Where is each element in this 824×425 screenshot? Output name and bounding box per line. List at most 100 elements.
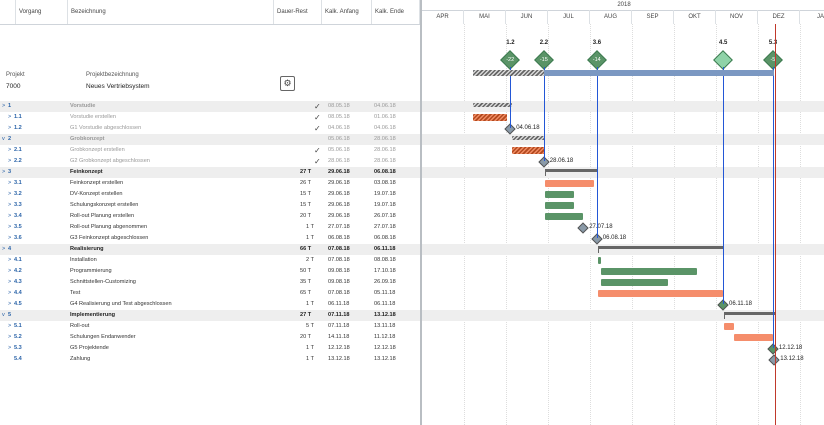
table-row[interactable]: v 5 Implementierung 27 T 07.11.18 13.12.18 [0, 310, 420, 321]
expand-toggle[interactable]: > [8, 156, 11, 167]
summary-bar[interactable] [545, 169, 599, 172]
table-row[interactable]: >3.4 Roll-out Planung erstellen 20 T 29.06.… [0, 211, 420, 222]
table-row[interactable]: >5.3 G5 Projektende 1 T 12.12.18 12.12.18 [0, 343, 420, 354]
task-bar[interactable] [511, 147, 546, 154]
task-duration: 35 T [300, 279, 312, 285]
task-start: 07.08.18 [328, 257, 350, 263]
expand-toggle[interactable]: > [8, 288, 11, 299]
task-end: 28.06.18 [374, 136, 396, 142]
table-row[interactable]: >1 Vorstudie ✓ 08.05.18 04.06.18 [0, 101, 420, 112]
table-row[interactable]: >4.5 G4 Realisierung und Test abgeschloss… [0, 299, 420, 310]
expand-toggle[interactable]: > [8, 277, 11, 288]
task-id: 2.2 [14, 158, 22, 164]
expand-toggle[interactable]: v [2, 310, 5, 321]
task-end: 01.06.18 [374, 114, 396, 120]
expand-toggle[interactable]: > [8, 255, 11, 266]
header-dauer[interactable]: Dauer-Rest [274, 0, 322, 24]
table-row[interactable]: >3.3 Schulungskonzept erstellen 15 T 29.06.… [0, 200, 420, 211]
task-bar[interactable] [734, 334, 773, 341]
task-start: 06.11.18 [328, 301, 350, 307]
table-row[interactable]: >2.2 G2 Grobkonzept abgeschlossen ✓ 28.06.1… [0, 156, 420, 167]
table-row[interactable]: >5.2 Schulungen Endanwender 20 T 14.11.18 11… [0, 332, 420, 343]
table-row[interactable]: >3 Feinkonzept 27 T 29.06.18 06.08.18 [0, 167, 420, 178]
task-bar[interactable] [473, 114, 508, 121]
task-start: 29.06.18 [328, 202, 350, 208]
header-bezeichnung[interactable]: Bezeichnung [68, 0, 274, 24]
expand-toggle[interactable]: > [8, 332, 11, 343]
table-row[interactable]: >4.1 Installation 2 T 07.08.18 08.08.18 [0, 255, 420, 266]
expand-toggle[interactable]: > [2, 244, 5, 255]
task-bar[interactable] [724, 323, 735, 330]
summary-bar[interactable] [473, 103, 512, 107]
dependency-line [596, 67, 598, 238]
table-row[interactable]: >1.1 Vorstudie erstellen ✓ 08.05.18 01.06.18 [0, 112, 420, 123]
table-row[interactable]: >3.6 G3 Feinkonzept abgeschlossen 1 T 06.08… [0, 233, 420, 244]
header-ende[interactable]: Kalk. Ende [372, 0, 420, 24]
dependency-line [723, 67, 724, 304]
task-end: 08.08.18 [374, 257, 396, 263]
table-row[interactable]: 5.4 Zahlung 1 T 13.12.18 13.12.18 [0, 354, 420, 365]
task-name: Zahlung [70, 356, 91, 362]
expand-toggle[interactable]: > [8, 200, 11, 211]
table-row[interactable]: >2.1 Grobkonzept erstellen ✓ 05.06.18 28.06.… [0, 145, 420, 156]
header-anfang[interactable]: Kalk. Anfang [322, 0, 372, 24]
expand-toggle[interactable]: > [8, 211, 11, 222]
expand-toggle[interactable]: > [8, 112, 11, 123]
task-name: G5 Projektende [70, 345, 109, 351]
task-duration: 5 T [306, 323, 314, 329]
expand-toggle[interactable]: > [8, 178, 11, 189]
expand-toggle[interactable]: > [8, 299, 11, 310]
expand-toggle[interactable]: > [8, 266, 11, 277]
task-name: G1 Vorstudie abgeschlossen [70, 125, 142, 131]
task-bar[interactable] [545, 213, 584, 220]
task-bar[interactable] [598, 290, 723, 297]
task-bar[interactable] [600, 279, 669, 286]
task-bar[interactable] [545, 180, 595, 187]
summary-bar[interactable] [598, 246, 725, 249]
summary-bar-end [724, 312, 726, 319]
summary-bar[interactable] [511, 136, 546, 140]
task-end: 05.11.18 [374, 290, 396, 296]
gear-icon[interactable]: ⚙ [280, 76, 295, 91]
task-bar[interactable] [598, 257, 602, 264]
task-name: Roll-out Planung erstellen [70, 213, 135, 219]
expand-toggle[interactable]: > [2, 167, 5, 178]
milestone-header-id: 3.6 [592, 40, 602, 46]
table-row[interactable]: >4.4 Test 65 T 07.08.18 05.11.18 [0, 288, 420, 299]
table-row[interactable]: >4 Realisierung 66 T 07.08.18 06.11.18 [0, 244, 420, 255]
header-vorgang[interactable]: Vorgang [16, 0, 68, 24]
task-name: Vorstudie [70, 103, 96, 109]
table-row[interactable]: >4.2 Programmierung 50 T 09.08.18 17.10.18 [0, 266, 420, 277]
task-bar[interactable] [545, 191, 574, 198]
task-bar[interactable] [545, 202, 574, 209]
task-duration: 27 T [300, 312, 312, 318]
grid-line [464, 24, 465, 425]
task-id: 4.1 [14, 257, 22, 263]
table-row[interactable]: >5.1 Roll-out 5 T 07.11.18 13.11.18 [0, 321, 420, 332]
expand-toggle[interactable]: > [8, 189, 11, 200]
task-bar[interactable] [600, 268, 698, 275]
expand-toggle[interactable]: > [8, 321, 11, 332]
milestone-header-id: 4.5 [719, 40, 728, 46]
table-row[interactable]: >4.3 Schnittstellen-Customizing 35 T 09.08.… [0, 277, 420, 288]
table-row[interactable]: >1.2 G1 Vorstudie abgeschlossen ✓ 04.06.18 0… [0, 123, 420, 134]
task-id: 4.5 [14, 301, 22, 307]
task-id: 3.5 [14, 224, 22, 230]
table-row[interactable]: >3.1 Feinkonzept erstellen 26 T 29.06.18 03.… [0, 178, 420, 189]
expand-toggle[interactable]: > [8, 123, 11, 134]
expand-toggle[interactable]: > [8, 343, 11, 354]
expand-toggle[interactable]: > [2, 101, 5, 112]
month-label: APR [422, 10, 464, 24]
table-row[interactable]: v 2 Grobkonzept 05.06.18 28.06.18 [0, 134, 420, 145]
table-row[interactable]: >3.5 Roll-out Planung abgenommen 1 T 27.07.… [0, 222, 420, 233]
expand-toggle[interactable]: > [8, 233, 11, 244]
task-name: Schulungen Endanwender [70, 334, 136, 340]
check-icon: ✓ [314, 102, 321, 111]
expand-toggle[interactable]: v [2, 134, 5, 145]
table-row[interactable]: >3.2 DV-Konzept erstellen 15 T 29.06.18 19.0… [0, 189, 420, 200]
milestone-diamond[interactable] [577, 221, 589, 234]
task-end: 06.11.18 [374, 301, 396, 307]
expand-toggle[interactable]: > [8, 222, 11, 233]
summary-bar[interactable] [724, 312, 776, 315]
expand-toggle[interactable]: > [8, 145, 11, 156]
